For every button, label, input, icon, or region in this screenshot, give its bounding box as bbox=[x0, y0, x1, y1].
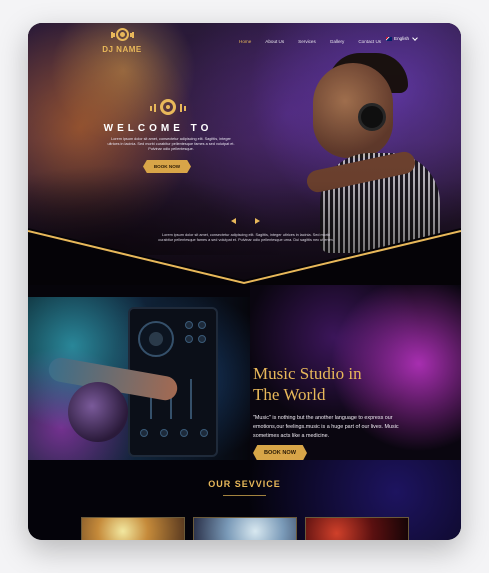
main-nav: Home About Us Services Gallery Contact U… bbox=[239, 36, 395, 47]
service-card[interactable] bbox=[193, 517, 297, 540]
arrow-left-icon[interactable] bbox=[231, 218, 236, 224]
vinyl-disc-icon bbox=[111, 27, 134, 43]
hero-slider-controls bbox=[231, 218, 261, 226]
services-divider bbox=[223, 495, 266, 496]
chevron-down-icon bbox=[412, 34, 418, 41]
studio-section: Music Studio in The World "Music" is not… bbox=[28, 285, 461, 461]
hero-text: Lorem ipsum dolor sit amet, consectetur … bbox=[107, 137, 235, 151]
studio-title-line1: Music Studio in bbox=[253, 364, 362, 383]
services-title: OUR SEVVICE bbox=[208, 479, 281, 489]
hero-title: WELCOME TO bbox=[103, 123, 213, 134]
studio-description: "Music" is nothing but the another langu… bbox=[253, 415, 399, 439]
language-label: English bbox=[394, 36, 410, 41]
site-logo[interactable]: DJ NAME bbox=[92, 27, 152, 54]
hero-disc-icon bbox=[149, 98, 186, 120]
website-frame: DJ NAME Home About Us Services Gallery C… bbox=[28, 23, 461, 540]
studio-title: Music Studio in The World bbox=[253, 363, 423, 405]
studio-title-line2: The World bbox=[253, 385, 326, 404]
brand-name: DJ NAME bbox=[102, 45, 142, 54]
nav-contact-us[interactable]: Contact Us bbox=[358, 36, 381, 47]
service-card[interactable] bbox=[81, 517, 185, 540]
nav-gallery[interactable]: Gallery bbox=[330, 36, 345, 47]
dj-mixer-image bbox=[28, 297, 250, 460]
nav-about-us[interactable]: About Us bbox=[265, 36, 284, 47]
nav-home[interactable]: Home bbox=[239, 36, 251, 47]
dj-head bbox=[68, 382, 128, 442]
turntable-platter bbox=[138, 321, 174, 357]
nav-services[interactable]: Services bbox=[298, 36, 316, 47]
hero-chevron-divider bbox=[28, 228, 461, 288]
services-section: OUR SEVVICE bbox=[28, 460, 461, 540]
uk-flag-icon bbox=[386, 36, 392, 41]
hero-book-now-button[interactable]: BOOK NOW bbox=[143, 160, 191, 173]
language-selector[interactable]: English bbox=[386, 34, 418, 41]
service-card[interactable] bbox=[305, 517, 409, 540]
studio-book-now-button[interactable]: BOOK NOW bbox=[253, 445, 307, 461]
arrow-right-icon[interactable] bbox=[255, 218, 260, 224]
